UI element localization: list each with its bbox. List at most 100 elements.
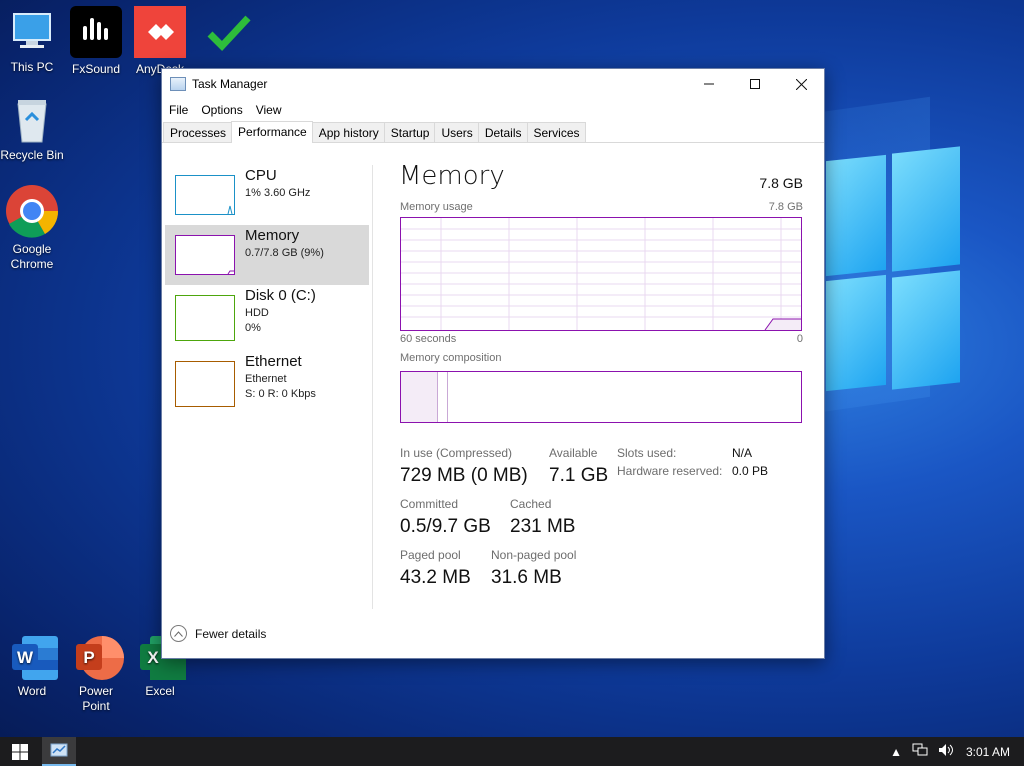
svg-text:X: X — [147, 648, 159, 667]
tab-app-history[interactable]: App history — [311, 122, 385, 142]
system-tray: ▲ 3:01 AM — [880, 737, 1010, 766]
tab-startup[interactable]: Startup — [383, 122, 436, 142]
task-manager-window: Task Manager File Options View Processes… — [161, 68, 825, 659]
network-icon[interactable] — [912, 743, 928, 760]
tab-processes[interactable]: Processes — [163, 122, 233, 142]
clock-time[interactable]: 3:01 AM — [966, 745, 1010, 759]
time-axis-start: 60 seconds — [400, 333, 457, 345]
svg-text:W: W — [17, 648, 34, 667]
windows-logo-light — [820, 146, 960, 400]
memory-usage-text: 0.7/7.8 GB (9%) — [245, 247, 324, 259]
desktop-icon-this-pc[interactable]: This PC — [0, 8, 64, 75]
memory-usage-max: 7.8 GB — [768, 201, 803, 213]
desktop-icon-checkmark[interactable] — [194, 6, 258, 58]
cpu-thumbnail-graph — [175, 175, 235, 215]
close-button[interactable] — [778, 69, 824, 99]
recycle-bin-icon — [8, 96, 56, 144]
memory-composition-bar — [400, 371, 802, 423]
sidebar-item-label: Memory — [245, 227, 300, 244]
composition-modified-segment — [438, 372, 448, 422]
memory-thumbnail-graph — [175, 235, 235, 275]
taskbar: ▲ 3:01 AM — [0, 737, 1024, 766]
computer-icon — [8, 8, 56, 56]
ethernet-throughput-text: S: 0 R: 0 Kbps — [245, 388, 316, 400]
taskbar-task-manager[interactable] — [42, 737, 76, 766]
sidebar-item-label: CPU — [245, 167, 277, 184]
close-icon — [795, 78, 807, 90]
committed-label: Committed — [400, 497, 459, 511]
memory-usage-graph-svg — [401, 218, 801, 331]
desktop-icon-fxsound[interactable]: FxSound — [64, 6, 128, 77]
tab-details[interactable]: Details — [477, 122, 528, 142]
cached-label: Cached — [510, 497, 552, 511]
slots-used-label: Slots used: — [617, 446, 677, 460]
nonpaged-pool-value: 31.6 MB — [491, 567, 562, 588]
nonpaged-pool-label: Non-paged pool — [491, 548, 577, 562]
available-label: Available — [549, 446, 598, 460]
sidebar-item-label: Ethernet — [245, 353, 302, 370]
menu-bar: File Options View — [162, 99, 824, 121]
task-manager-icon — [170, 77, 186, 91]
desktop-icon-google-chrome[interactable]: Google Chrome — [0, 184, 64, 272]
start-button[interactable] — [0, 737, 40, 766]
fewer-details-button[interactable]: Fewer details — [170, 625, 266, 642]
windows-start-icon — [12, 743, 28, 760]
hardware-reserved-value: 0.0 PB — [732, 464, 769, 478]
fewer-details-label: Fewer details — [195, 626, 267, 641]
disk-thumbnail-graph — [175, 295, 235, 341]
desktop-icon-anydesk[interactable]: AnyDesk — [128, 6, 192, 77]
tab-users[interactable]: Users — [434, 122, 479, 142]
menu-options[interactable]: Options — [200, 103, 248, 117]
menu-view[interactable]: View — [255, 103, 288, 117]
sidebar-item-ethernet[interactable]: Ethernet Ethernet S: 0 R: 0 Kbps — [165, 351, 369, 411]
chevron-up-icon — [170, 625, 187, 642]
tab-bar: Processes Performance App history Startu… — [162, 121, 824, 143]
desktop-icon-word[interactable]: W Word — [0, 632, 64, 699]
cpu-usage-text: 1% 3.60 GHz — [245, 187, 311, 199]
memory-composition-label: Memory composition — [400, 352, 502, 364]
hardware-reserved-label: Hardware reserved: — [617, 464, 723, 478]
sidebar-item-memory[interactable]: Memory 0.7/7.8 GB (9%) — [165, 225, 369, 285]
minimize-icon — [704, 83, 714, 85]
in-use-value: 729 MB (0 MB) — [400, 465, 528, 486]
window-title: Task Manager — [192, 77, 268, 91]
title-bar[interactable]: Task Manager — [162, 69, 824, 99]
composition-in-use-segment — [401, 372, 438, 422]
menu-file[interactable]: File — [168, 103, 194, 117]
paged-pool-value: 43.2 MB — [400, 567, 471, 588]
cached-value: 231 MB — [510, 516, 576, 537]
volume-icon[interactable] — [938, 743, 954, 760]
time-axis-end: 0 — [796, 333, 803, 345]
tray-overflow-chevron-icon[interactable]: ▲ — [890, 745, 902, 759]
sidebar-item-cpu[interactable]: CPU 1% 3.60 GHz — [165, 165, 369, 225]
page-title: Memory — [399, 161, 505, 191]
panel-divider — [372, 165, 373, 609]
desktop-icon-recycle-bin[interactable]: Recycle Bin — [0, 96, 64, 163]
powerpoint-icon: P — [72, 632, 124, 680]
memory-usage-label: Memory usage — [400, 201, 473, 213]
chrome-icon — [5, 184, 59, 238]
committed-value: 0.5/9.7 GB — [400, 516, 491, 537]
tab-services[interactable]: Services — [526, 122, 586, 142]
disk-usage-text: 0% — [245, 322, 261, 334]
paged-pool-label: Paged pool — [400, 548, 461, 562]
sidebar-item-label: Disk 0 (C:) — [245, 287, 316, 304]
tab-performance[interactable]: Performance — [231, 121, 313, 143]
word-icon: W — [8, 632, 58, 680]
desktop-icon-powerpoint[interactable]: P Power Point — [64, 632, 128, 714]
slots-used-value: N/A — [732, 446, 753, 460]
disk-type-text: HDD — [245, 307, 269, 319]
ethernet-thumbnail-graph — [175, 361, 235, 407]
available-value: 7.1 GB — [549, 465, 609, 486]
anydesk-icon — [134, 6, 186, 58]
minimize-button[interactable] — [686, 69, 732, 99]
maximize-button[interactable] — [732, 69, 778, 99]
memory-usage-graph — [400, 217, 802, 331]
fxsound-icon — [70, 6, 122, 58]
resource-sidebar: CPU 1% 3.60 GHz Memory 0.7/7.8 GB (9%) D… — [165, 165, 369, 411]
sidebar-item-disk[interactable]: Disk 0 (C:) HDD 0% — [165, 285, 369, 345]
performance-panel: CPU 1% 3.60 GHz Memory 0.7/7.8 GB (9%) D… — [162, 143, 824, 610]
task-manager-taskbar-icon — [50, 743, 68, 756]
checkmark-icon — [202, 6, 251, 54]
maximize-icon — [750, 79, 760, 89]
